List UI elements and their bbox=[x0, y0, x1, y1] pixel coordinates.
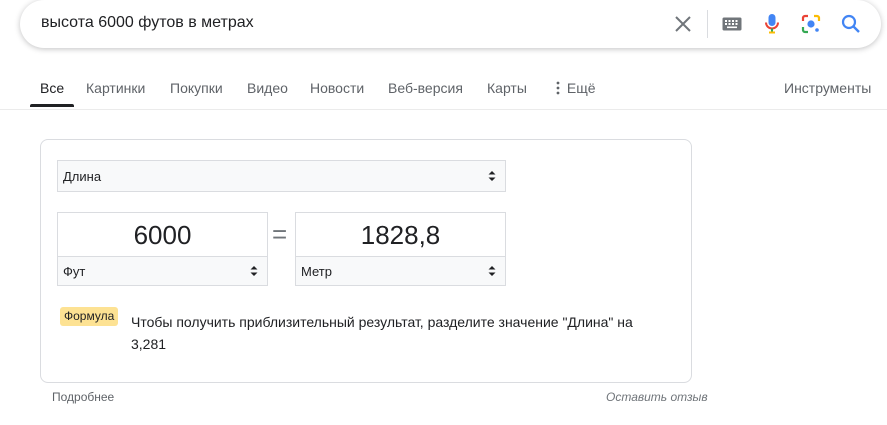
tab-shopping[interactable]: Покупки bbox=[170, 80, 223, 96]
keyboard-icon[interactable] bbox=[720, 12, 744, 36]
more-vert-icon bbox=[556, 81, 560, 95]
more-info-link[interactable]: Подробнее bbox=[52, 390, 114, 404]
tab-more[interactable]: Ещё bbox=[553, 80, 596, 96]
tab-news[interactable]: Новости bbox=[310, 80, 364, 96]
search-bar[interactable]: высота 6000 футов в метрах bbox=[20, 0, 881, 48]
feedback-link[interactable]: Оставить отзыв bbox=[606, 390, 708, 404]
from-unit-value: Фут bbox=[63, 264, 86, 279]
from-unit-select[interactable]: Фут bbox=[57, 256, 268, 286]
close-icon[interactable] bbox=[671, 12, 695, 36]
tab-videos[interactable]: Видео bbox=[247, 80, 288, 96]
from-value-input[interactable]: 6000 bbox=[57, 212, 268, 257]
formula-text: Чтобы получить приблизительный результат… bbox=[131, 314, 633, 352]
select-arrows-icon bbox=[250, 266, 258, 276]
search-tabs: Все Картинки Покупки Видео Новости Веб-в… bbox=[0, 62, 887, 110]
search-input[interactable]: высота 6000 футов в метрах bbox=[41, 14, 254, 32]
to-unit-select[interactable]: Метр bbox=[295, 256, 506, 286]
category-select[interactable]: Длина bbox=[57, 160, 506, 192]
tab-maps[interactable]: Карты bbox=[487, 80, 527, 96]
microphone-icon[interactable] bbox=[760, 12, 784, 36]
to-value-input[interactable]: 1828,8 bbox=[295, 212, 506, 257]
google-lens-icon[interactable] bbox=[799, 12, 823, 36]
search-divider bbox=[707, 10, 708, 38]
formula-badge: Формула bbox=[60, 307, 119, 326]
search-icon[interactable] bbox=[839, 12, 863, 36]
equals-sign: = bbox=[272, 219, 288, 249]
tab-more-label: Ещё bbox=[566, 80, 596, 96]
select-arrows-icon bbox=[488, 171, 496, 181]
active-tab-indicator bbox=[30, 104, 74, 107]
tab-images[interactable]: Картинки bbox=[86, 80, 145, 96]
category-select-value: Длина bbox=[63, 169, 102, 184]
to-unit-value: Метр bbox=[301, 264, 332, 279]
tab-all[interactable]: Все bbox=[40, 80, 64, 96]
tab-web[interactable]: Веб-версия bbox=[388, 80, 463, 96]
tools-button[interactable]: Инструменты bbox=[784, 80, 871, 96]
select-arrows-icon bbox=[488, 266, 496, 276]
